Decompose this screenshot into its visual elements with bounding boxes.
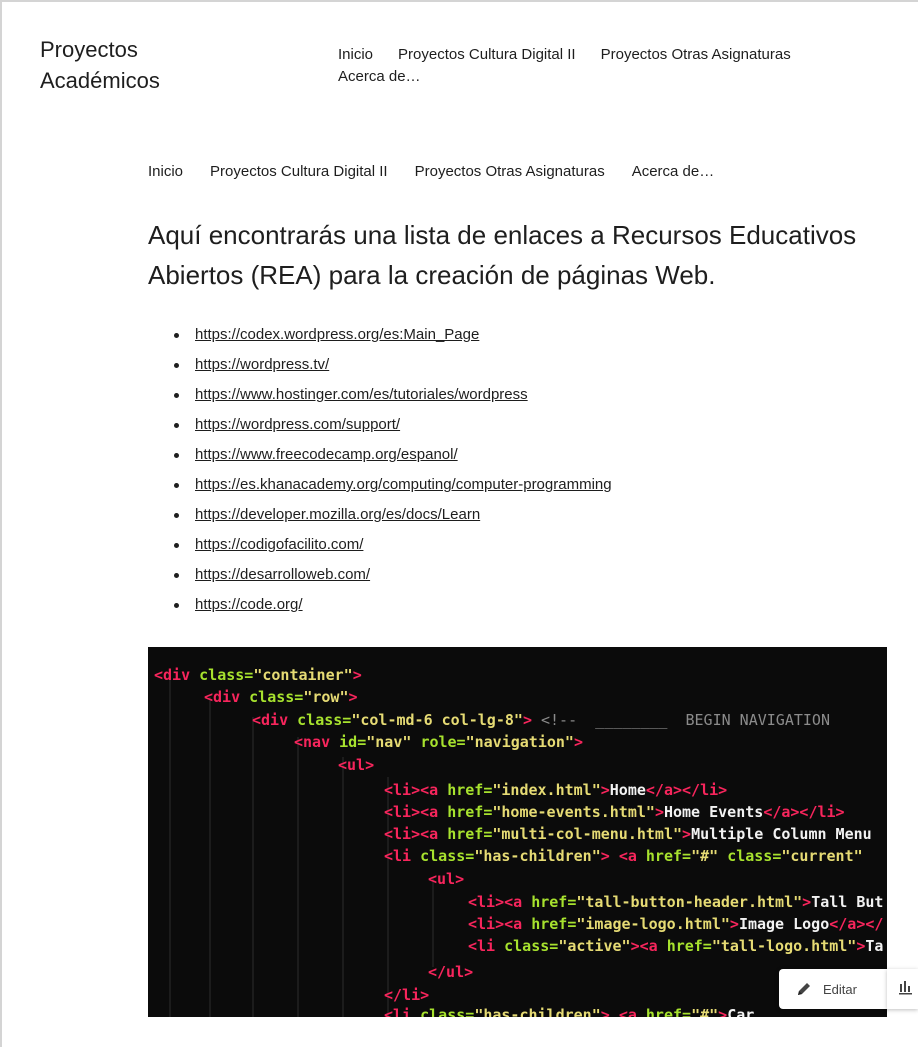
site-title[interactable]: Proyectos Académicos: [40, 34, 160, 96]
resource-link[interactable]: https://www.hostinger.com/es/tutoriales/…: [195, 386, 528, 403]
resource-link[interactable]: https://code.org/: [195, 596, 303, 613]
edit-button[interactable]: Editar: [779, 969, 887, 1009]
resource-link[interactable]: https://developer.mozilla.org/es/docs/Le…: [195, 506, 480, 523]
page-nav-otras-asignaturas[interactable]: Proyectos Otras Asignaturas: [415, 163, 605, 180]
code-screenshot-image: <div class="container"> <div class="row"…: [148, 647, 887, 1017]
site-title-line1: Proyectos: [40, 37, 138, 62]
page-nav-acerca-de[interactable]: Acerca de…: [632, 163, 715, 180]
list-item: https://code.org/: [174, 590, 612, 620]
pencil-icon: [795, 980, 813, 998]
page-nav-inicio[interactable]: Inicio: [148, 163, 183, 180]
list-item: https://www.freecodecamp.org/espanol/: [174, 440, 612, 470]
stats-button[interactable]: [887, 969, 918, 1009]
page-navigation: Inicio Proyectos Cultura Digital II Proyec…: [148, 161, 741, 183]
edit-button-label: Editar: [823, 981, 857, 997]
resource-link-list: https://codex.wordpress.org/es:Main_Page…: [148, 320, 612, 620]
resource-link[interactable]: https://desarrolloweb.com/: [195, 566, 370, 583]
top-nav-inicio[interactable]: Inicio: [338, 46, 373, 63]
page-heading: Aquí encontrarás una lista de enlaces a …: [148, 220, 857, 290]
site-title-line2: Académicos: [40, 68, 160, 93]
list-item: https://developer.mozilla.org/es/docs/Le…: [174, 500, 612, 530]
list-item: https://codigofacilito.com/: [174, 530, 612, 560]
list-item: https://www.hostinger.com/es/tutoriales/…: [174, 380, 612, 410]
top-nav-otras-asignaturas[interactable]: Proyectos Otras Asignaturas: [601, 46, 791, 63]
page-nav-cultura-digital[interactable]: Proyectos Cultura Digital II: [210, 163, 388, 180]
resource-link[interactable]: https://wordpress.com/support/: [195, 416, 400, 433]
list-item: https://codex.wordpress.org/es:Main_Page: [174, 320, 612, 350]
list-item: https://wordpress.com/support/: [174, 410, 612, 440]
list-item: https://es.khanacademy.org/computing/com…: [174, 470, 612, 500]
list-item: https://wordpress.tv/: [174, 350, 612, 380]
resource-link[interactable]: https://www.freecodecamp.org/espanol/: [195, 446, 458, 463]
top-nav-acerca-de[interactable]: Acerca de…: [338, 66, 918, 88]
list-item: https://desarrolloweb.com/: [174, 560, 612, 590]
bar-chart-icon: [899, 981, 912, 995]
top-navigation: Inicio Proyectos Cultura Digital II Proyec…: [338, 44, 918, 88]
resource-link[interactable]: https://codigofacilito.com/: [195, 536, 363, 553]
frame-border-top: [0, 0, 918, 2]
frame-border-left: [0, 0, 2, 1047]
resource-link[interactable]: https://es.khanacademy.org/computing/com…: [195, 476, 612, 493]
resource-link[interactable]: https://wordpress.tv/: [195, 356, 329, 373]
resource-link[interactable]: https://codex.wordpress.org/es:Main_Page: [195, 326, 479, 343]
top-nav-cultura-digital[interactable]: Proyectos Cultura Digital II: [398, 46, 576, 63]
